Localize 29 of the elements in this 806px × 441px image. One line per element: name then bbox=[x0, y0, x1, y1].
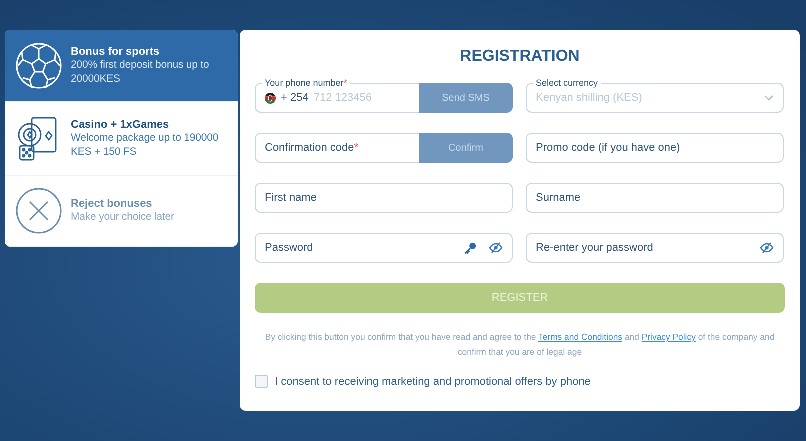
terms-link[interactable]: Privacy Policy bbox=[642, 332, 696, 342]
password-field[interactable]: Re-enter your password bbox=[526, 233, 784, 263]
chevron-down-icon bbox=[764, 95, 774, 101]
key-icon[interactable] bbox=[464, 242, 477, 254]
bonus-option[interactable]: Bonus for sports 200% first deposit bonus up to 20000KES bbox=[5, 30, 238, 102]
flag-icon bbox=[265, 92, 276, 104]
bonus-description: Welcome package up to 190000 KES + 150 FS bbox=[71, 130, 220, 158]
registration-title: REGISTRATION bbox=[460, 48, 580, 66]
hidden-eye-icon[interactable] bbox=[760, 242, 774, 254]
consent-label: I consent to receiving marketing and promotional offers by phone bbox=[275, 376, 591, 388]
bonus-title: Reject bonuses bbox=[71, 198, 154, 210]
close-circle-icon bbox=[15, 187, 63, 235]
bonus-description: Make your choice later bbox=[71, 210, 174, 224]
field-label: Your phone number* bbox=[262, 77, 350, 89]
consent-checkbox[interactable] bbox=[255, 375, 268, 388]
input-field[interactable]: First name bbox=[255, 183, 513, 213]
bonus-title: Bonus for sports bbox=[71, 46, 161, 58]
password-field[interactable]: Password bbox=[255, 233, 513, 263]
country-code: + 254 bbox=[281, 92, 309, 104]
hidden-eye-icon[interactable] bbox=[489, 242, 503, 254]
soccer-ball-icon bbox=[15, 42, 63, 90]
phone-placeholder: 712 123456 bbox=[314, 92, 372, 104]
field-label: Select currency bbox=[533, 77, 602, 89]
confirmation-code-field[interactable]: Confirmation code* Confirm bbox=[255, 133, 513, 163]
input-field[interactable]: Promo code (if you have one) bbox=[526, 133, 784, 163]
terms-text: By clicking this button you confirm that you have read and agree to the Terms and Conditions and Privacy Policy of the company and confirm that you are of legal age bbox=[264, 331, 776, 359]
input-field[interactable]: Surname bbox=[526, 183, 784, 213]
bonus-description: 200% first deposit bonus up to 20000KES bbox=[71, 58, 210, 86]
bonus-title: Casino + 1xGames bbox=[71, 118, 170, 130]
